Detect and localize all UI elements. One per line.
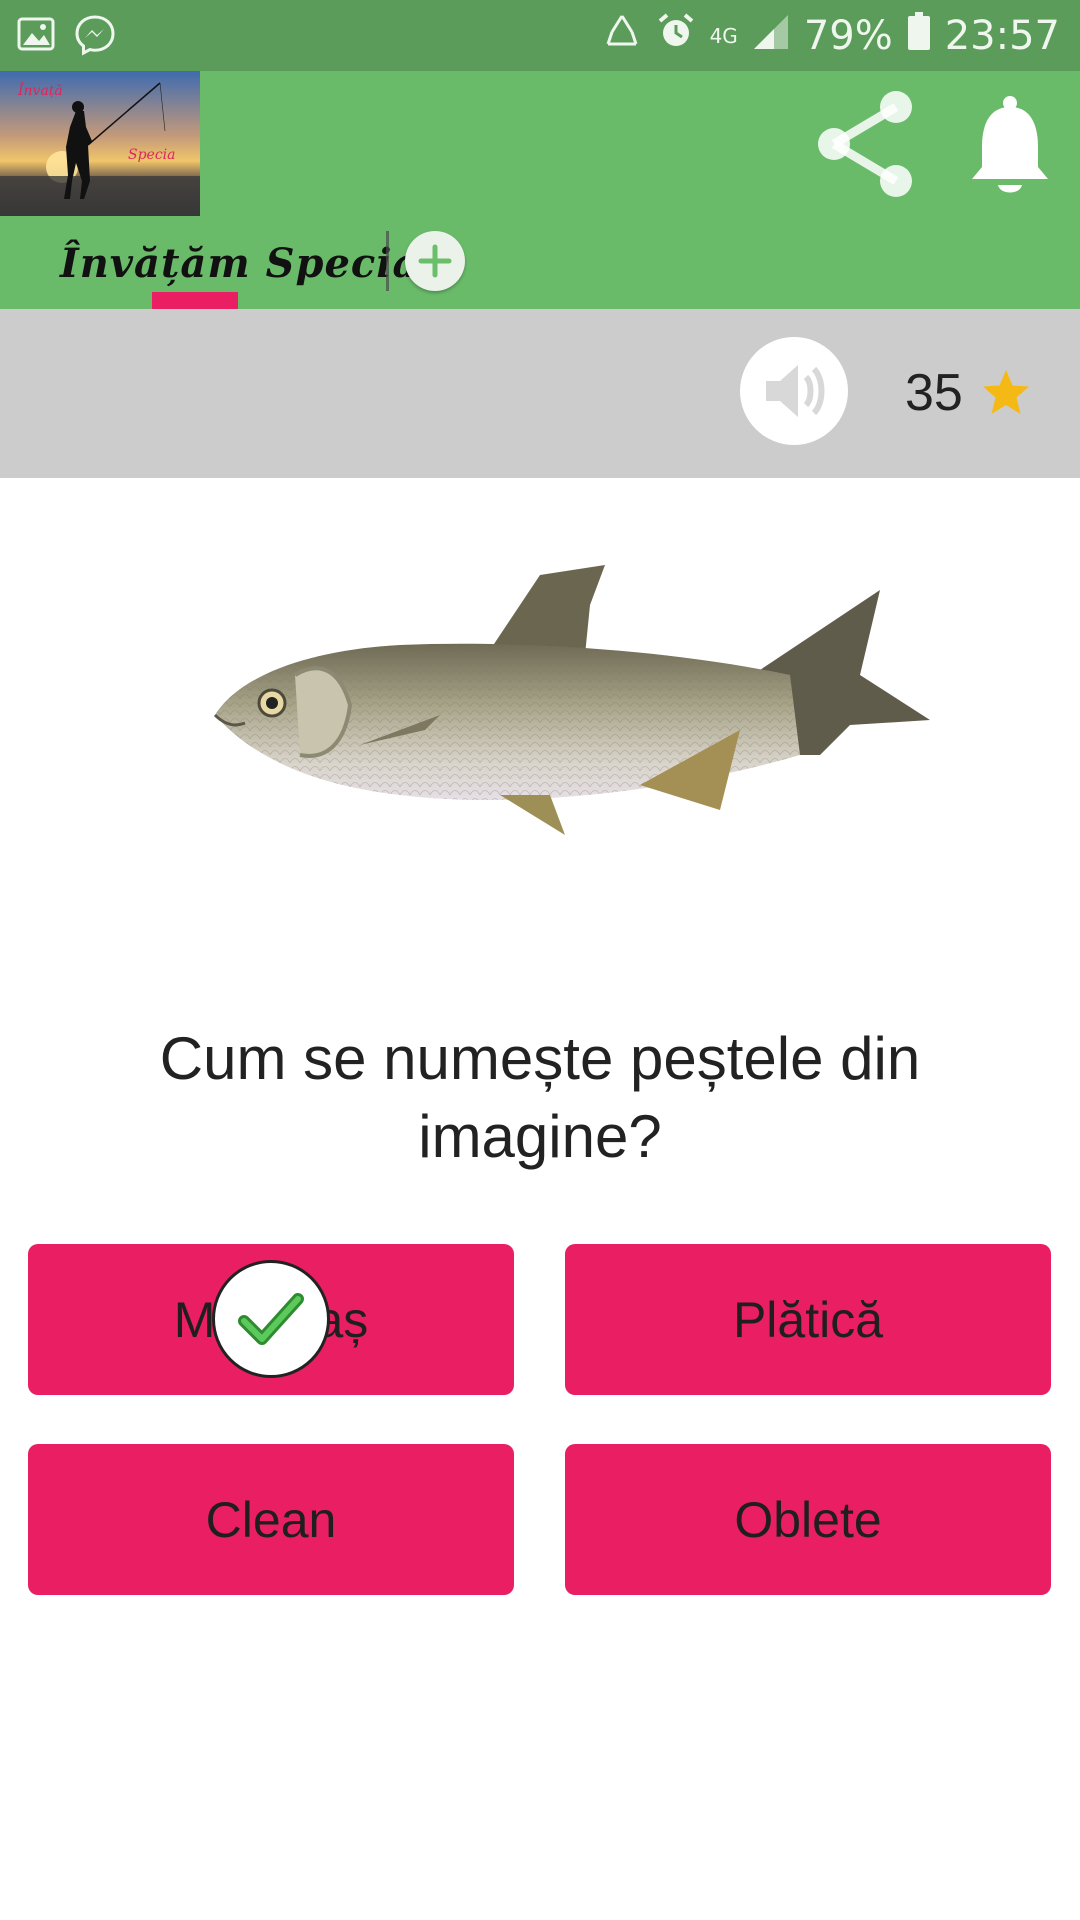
app-logo: Învață Specia: [0, 71, 200, 216]
correct-answer-badge: [212, 1260, 330, 1378]
status-bar: 4G 79% 23:57: [0, 0, 1080, 71]
tab-divider: [386, 231, 389, 291]
add-tab-button[interactable]: [405, 231, 465, 291]
tab-indicator: [152, 292, 238, 309]
answer-button-3[interactable]: Clean: [28, 1444, 514, 1595]
battery-icon: [907, 11, 931, 61]
answer-button-2[interactable]: Plătică: [565, 1244, 1051, 1395]
sound-toggle-button[interactable]: [740, 337, 848, 445]
answer-label: Clean: [205, 1491, 337, 1548]
logo-text-bottom: Specia: [128, 147, 176, 163]
answer-label: Plătică: [732, 1291, 884, 1348]
alarm-icon: [656, 11, 696, 61]
share-button[interactable]: [810, 89, 920, 199]
notifications-button[interactable]: [960, 91, 1060, 201]
score-strip: 35: [0, 309, 1080, 478]
share-icon: [818, 91, 912, 197]
recycle-icon: [602, 11, 642, 61]
logo-text-top: Învață: [18, 83, 63, 99]
answer-label: Oblete: [734, 1491, 882, 1548]
signal-icon: [752, 11, 790, 61]
battery-percent: 79%: [803, 12, 893, 59]
messenger-icon: [74, 14, 116, 61]
fish-image: [200, 555, 940, 895]
image-icon: [16, 14, 56, 61]
tab-invatam-specia[interactable]: Învățăm Specia: [60, 226, 419, 301]
checkmark-icon: [238, 1293, 304, 1345]
speaker-icon: [766, 365, 825, 417]
score-value: 35: [905, 364, 963, 422]
quiz-question: Cum se numește peștele din imagine?: [159, 1025, 921, 1170]
bell-icon: [972, 96, 1048, 193]
clock-time: 23:57: [944, 12, 1060, 59]
star-icon: [983, 370, 1029, 414]
tab-label: Învățăm Specia: [60, 240, 420, 287]
answer-button-4[interactable]: Oblete: [565, 1444, 1051, 1595]
network-4g-label: 4G: [709, 23, 738, 48]
add-icon: [418, 244, 452, 278]
app-bar: Învață Specia Învățăm Specia: [0, 71, 1080, 309]
